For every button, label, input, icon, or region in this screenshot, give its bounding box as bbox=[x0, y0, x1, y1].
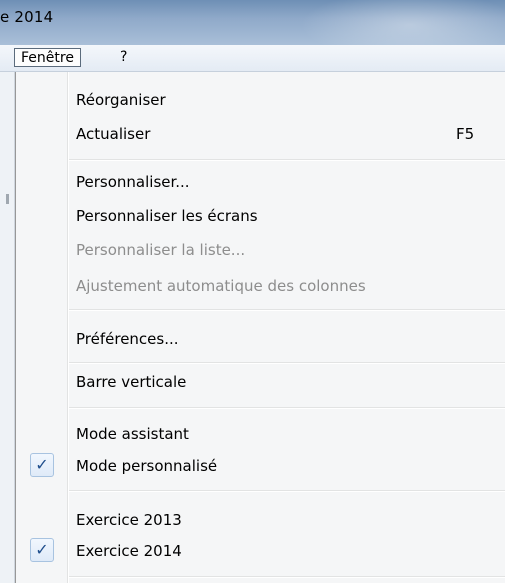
menu-item-label: Préférences... bbox=[76, 330, 179, 348]
menu-item-label: Personnaliser la liste... bbox=[76, 241, 246, 259]
menu-item-mode-personnalise[interactable]: ✓ Mode personnalisé bbox=[16, 449, 505, 483]
window-titlebar: e 2014 bbox=[0, 0, 505, 45]
menu-separator bbox=[69, 159, 505, 161]
menu-bar: Fenêtre ? bbox=[0, 45, 505, 72]
menu-item-personnaliser[interactable]: Personnaliser... bbox=[16, 165, 505, 199]
window-title: e 2014 bbox=[0, 8, 54, 26]
menu-item-exercice-2014[interactable]: ✓ Exercice 2014 bbox=[16, 534, 505, 568]
menu-item-personnaliser-ecrans[interactable]: Personnaliser les écrans bbox=[16, 199, 505, 233]
menu-item-actualiser[interactable]: Actualiser F5 bbox=[16, 117, 505, 151]
menu-separator bbox=[69, 407, 505, 409]
menu-separator bbox=[69, 576, 505, 578]
background-window-strip bbox=[0, 72, 15, 583]
menu-item-ajustement-colonnes: Ajustement automatique des colonnes bbox=[16, 269, 505, 303]
fenetre-dropdown-menu: Réorganiser Actualiser F5 Personnaliser.… bbox=[15, 72, 505, 583]
menubar-item-help[interactable]: ? bbox=[114, 48, 133, 67]
menu-item-shortcut: F5 bbox=[456, 125, 475, 143]
menu-item-reorganiser[interactable]: Réorganiser bbox=[16, 83, 505, 117]
menubar-item-fenetre[interactable]: Fenêtre bbox=[14, 48, 81, 67]
menu-item-label: Ajustement automatique des colonnes bbox=[76, 277, 366, 295]
menu-item-label: Mode personnalisé bbox=[76, 457, 218, 475]
menu-item-label: Exercice 2013 bbox=[76, 511, 182, 529]
menu-item-label: Personnaliser... bbox=[76, 173, 190, 191]
titlebar-glare bbox=[300, 0, 505, 45]
menu-separator bbox=[69, 309, 505, 311]
menu-separator bbox=[69, 362, 505, 364]
checkmark-icon: ✓ bbox=[30, 538, 54, 562]
menu-item-mode-assistant[interactable]: Mode assistant bbox=[16, 417, 505, 451]
menu-item-barre-verticale[interactable]: Barre verticale bbox=[16, 365, 505, 399]
menu-item-label: Réorganiser bbox=[76, 91, 166, 109]
menu-item-label: Mode assistant bbox=[76, 425, 189, 443]
menu-separator bbox=[69, 490, 505, 492]
background-window-mark bbox=[6, 194, 9, 204]
menu-item-label: Barre verticale bbox=[76, 373, 187, 391]
menu-item-label: Actualiser bbox=[76, 125, 151, 143]
menu-item-preferences[interactable]: Préférences... bbox=[16, 322, 505, 356]
checkmark-icon: ✓ bbox=[30, 453, 54, 477]
menu-item-personnaliser-liste: Personnaliser la liste... bbox=[16, 233, 505, 267]
menu-item-exercice-2013[interactable]: Exercice 2013 bbox=[16, 503, 505, 537]
menu-item-label: Personnaliser les écrans bbox=[76, 207, 258, 225]
menu-item-label: Exercice 2014 bbox=[76, 542, 182, 560]
